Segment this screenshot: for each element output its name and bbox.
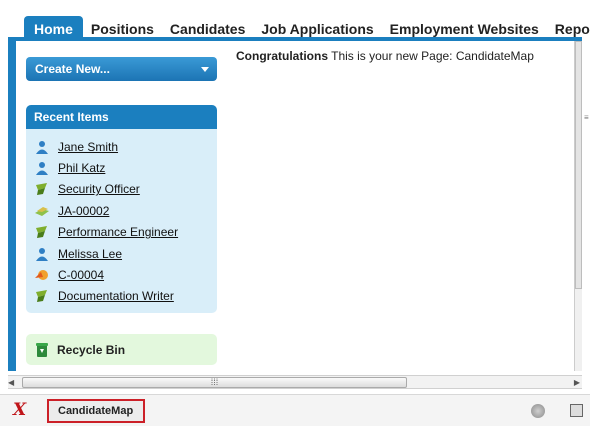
recent-items-panel: Recent Items Jane Smith Phil Katz Securi… [26, 105, 217, 313]
recent-item: Security Officer [34, 179, 217, 200]
recent-item-link[interactable]: Security Officer [58, 182, 140, 196]
person-icon [36, 162, 48, 176]
recent-item-link[interactable]: Performance Engineer [58, 225, 178, 239]
tab-positions[interactable]: Positions [83, 16, 162, 41]
tab-job-applications[interactable]: Job Applications [253, 16, 381, 41]
recent-item: C-00004 [34, 264, 217, 285]
scroll-right-arrow-icon[interactable]: ▶ [574, 378, 580, 387]
recycle-bin[interactable]: Recycle Bin [26, 334, 217, 365]
tab-candidates[interactable]: Candidates [162, 16, 253, 41]
recent-item-link[interactable]: C-00004 [58, 268, 104, 282]
recent-item: Phil Katz [34, 157, 217, 178]
page-message: Congratulations This is your new Page: C… [236, 49, 534, 63]
left-edge-strip [8, 41, 16, 371]
message-text: This is your new Page: CandidateMap [328, 49, 534, 63]
tab-employment-websites[interactable]: Employment Websites [382, 16, 547, 41]
page-tab-candidatemap[interactable]: CandidateMap [47, 399, 145, 423]
user-panel-icon[interactable] [570, 404, 583, 417]
bottom-bar: X CandidateMap [0, 394, 590, 426]
recent-item: Melissa Lee [34, 243, 217, 264]
close-icon[interactable]: X [13, 400, 26, 420]
horizontal-scrollbar[interactable]: ◀ ⁞⁞⁞ ▶ [8, 375, 582, 389]
create-new-label: Create New... [35, 62, 110, 76]
vertical-scrollbar[interactable] [574, 41, 582, 371]
recent-item-link[interactable]: Melissa Lee [58, 247, 122, 261]
recent-item: Performance Engineer [34, 222, 217, 243]
recent-item: JA-00002 [34, 200, 217, 221]
scroll-left-arrow-icon[interactable]: ◀ [8, 378, 14, 387]
recent-item-link[interactable]: Documentation Writer [58, 289, 174, 303]
recent-item-link[interactable]: JA-00002 [58, 204, 109, 218]
tabs: Home Positions Candidates Job Applicatio… [24, 16, 590, 41]
recycle-bin-icon [36, 342, 48, 357]
message-bold: Congratulations [236, 49, 328, 63]
recent-item: Jane Smith [34, 136, 217, 157]
candidate-icon [35, 270, 48, 281]
vertical-scroll-thumb[interactable] [575, 41, 582, 289]
tab-bar: Home Positions Candidates Job Applicatio… [8, 0, 590, 41]
recent-item: Documentation Writer [34, 286, 217, 307]
tab-home[interactable]: Home [24, 16, 83, 41]
recent-item-link[interactable]: Jane Smith [58, 140, 118, 154]
recycle-bin-label: Recycle Bin [57, 342, 126, 357]
recent-items-list: Jane Smith Phil Katz Security Officer JA… [26, 129, 217, 307]
position-icon [36, 226, 47, 239]
circle-icon[interactable] [531, 404, 545, 418]
job-application-icon [35, 206, 49, 216]
position-icon [36, 183, 47, 196]
create-new-button[interactable]: Create New... [26, 57, 217, 81]
tab-reports[interactable]: Reports [547, 16, 590, 41]
recent-item-link[interactable]: Phil Katz [58, 161, 105, 175]
recent-items-title: Recent Items [26, 105, 217, 129]
horizontal-scroll-thumb[interactable]: ⁞⁞⁞ [22, 377, 407, 388]
dropdown-arrow-icon [201, 67, 209, 72]
position-icon [36, 290, 47, 303]
resize-grip-icon[interactable]: ≡ [584, 113, 589, 122]
person-icon [36, 140, 48, 154]
person-icon [36, 247, 48, 261]
